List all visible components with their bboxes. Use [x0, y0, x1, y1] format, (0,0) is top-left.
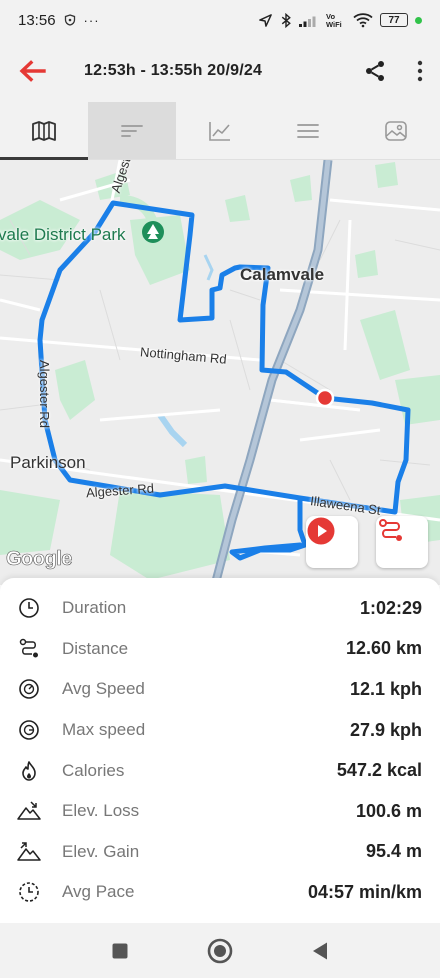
page-title: 12:53h - 13:55h 20/9/24: [84, 62, 263, 79]
vowifi-icon: VoWiFi: [326, 12, 342, 28]
bluetooth-icon: [281, 12, 291, 28]
back-button[interactable]: [0, 40, 64, 102]
map-label-calamvale: Calamvale: [240, 265, 325, 284]
system-nav-bar: [0, 923, 440, 978]
stat-value: 95.4 m: [365, 841, 422, 862]
stat-row-distance: Distance 12.60 km: [0, 629, 440, 670]
google-attribution: Google: [6, 548, 73, 571]
distance-icon: [16, 636, 42, 662]
more-notifications-icon: ···: [83, 12, 100, 28]
battery-level: 77: [388, 14, 400, 26]
wifi-icon: [353, 13, 373, 28]
recents-button[interactable]: [105, 936, 135, 966]
svg-text:WiFi: WiFi: [326, 20, 342, 28]
play-icon: [307, 517, 335, 545]
stats-panel: Duration 1:02:29 Distance 12.60 km Avg S…: [0, 578, 440, 923]
stat-value: 04:57 min/km: [307, 881, 422, 902]
tab-map[interactable]: [0, 102, 88, 160]
tab-photos[interactable]: [352, 102, 440, 159]
tab-bar: [0, 102, 440, 160]
share-icon: [366, 61, 384, 81]
elevation-loss-icon: [16, 798, 42, 824]
menu-lines-icon: [297, 123, 319, 138]
stat-value: 100.6 m: [355, 800, 422, 821]
tab-chart[interactable]: [176, 102, 264, 159]
elevation-gain-icon: [16, 839, 42, 865]
stat-row-max-speed: Max speed 27.9 kph: [0, 710, 440, 751]
back-arrow-icon: [19, 60, 46, 82]
privacy-dot-icon: [415, 16, 422, 24]
stat-label: Calories: [62, 760, 125, 780]
stat-row-calories: Calories 547.2 kcal: [0, 750, 440, 791]
home-button[interactable]: [205, 936, 235, 966]
route-options-button[interactable]: [376, 516, 428, 568]
more-vert-icon: [417, 60, 423, 82]
map-label-parkinson: Parkinson: [10, 453, 86, 472]
app-header: 12:53h - 13:55h 20/9/24: [0, 40, 440, 102]
stat-value: 12.1 kph: [349, 678, 422, 699]
photo-icon: [385, 120, 407, 141]
play-route-button[interactable]: [306, 516, 358, 568]
map-canvas: [0, 160, 440, 585]
stat-row-elev-loss: Elev. Loss 100.6 m: [0, 791, 440, 832]
stat-row-avg-speed: Avg Speed 12.1 kph: [0, 669, 440, 710]
stat-label: Max speed: [62, 720, 146, 740]
stat-value: 12.60 km: [345, 638, 422, 659]
battery-icon: 77: [380, 13, 408, 27]
share-button[interactable]: [350, 40, 400, 102]
stat-row-duration: Duration 1:02:29: [0, 588, 440, 629]
list-lines-icon: [121, 124, 143, 137]
home-circle-icon: [207, 938, 233, 963]
chart-icon: [209, 121, 230, 141]
status-bar: 13:56 ··· Vo WiFi 77: [0, 0, 440, 40]
map-icon: [32, 120, 56, 141]
duration-icon: [16, 595, 42, 621]
speed-icon: [16, 676, 42, 702]
pace-icon: [16, 879, 42, 905]
stat-label: Elev. Loss: [62, 801, 140, 821]
calories-icon: [16, 758, 42, 784]
stat-row-avg-pace: Avg Pace 04:57 min/km: [0, 872, 440, 913]
stat-label: Avg Speed: [62, 679, 145, 699]
stat-value: 547.2 kcal: [336, 760, 422, 781]
stat-label: Duration: [62, 598, 127, 618]
square-icon: [112, 943, 128, 958]
route-map[interactable]: vale District Park Calamvale Nottingham …: [0, 160, 440, 585]
tab-laps[interactable]: [264, 102, 352, 159]
shield-status-icon: [64, 14, 75, 26]
stat-label: Elev. Gain: [62, 841, 140, 861]
stat-value: 1:02:29: [359, 597, 422, 618]
max-speed-icon: [16, 717, 42, 743]
location-icon: [259, 13, 272, 27]
route-icon: [379, 519, 402, 541]
back-nav-button[interactable]: [305, 936, 335, 966]
stat-value: 27.9 kph: [349, 719, 422, 740]
status-time: 13:56: [18, 11, 56, 29]
map-label-algester-rd-vertical: Algester Rd: [37, 360, 52, 428]
stat-row-elev-gain: Elev. Gain 95.4 m: [0, 832, 440, 873]
stat-label: Avg Pace: [62, 882, 135, 902]
signal-icon: [299, 16, 316, 27]
overflow-menu-button[interactable]: [400, 40, 440, 102]
triangle-back-icon: [313, 942, 327, 959]
tab-summary[interactable]: [88, 102, 176, 159]
stat-label: Distance: [62, 638, 129, 658]
map-label-park: vale District Park: [0, 225, 126, 244]
